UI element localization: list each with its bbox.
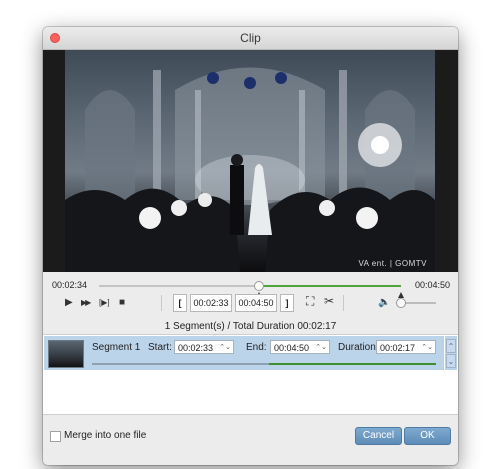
segment-start-field[interactable]: 00:02:33 ⌃⌄ — [174, 340, 234, 354]
divider — [161, 295, 162, 311]
end-time-field[interactable]: 00:04:50 — [235, 294, 277, 312]
cut-icon[interactable]: ✂ — [324, 294, 334, 308]
segment-end-label: End: — [246, 342, 267, 353]
segments-summary: 1 Segment(s) / Total Duration 00:02:17 — [164, 321, 337, 332]
fast-forward-icon[interactable]: ▶▶ — [81, 296, 91, 310]
dialog-footer: Merge into one file Cancel OK — [43, 414, 458, 465]
move-down-icon[interactable]: ⌄ — [446, 354, 456, 368]
segment-duration-label: Duration: — [338, 342, 379, 353]
frame-step-icon[interactable]: [▶] — [99, 296, 110, 310]
clip-dialog: Clip VA ent. | GOMTV 00:02:34 00:04:50 ▶… — [43, 27, 458, 465]
merge-label: Merge into one file — [64, 430, 147, 441]
video-watermark: VA ent. | GOMTV — [358, 259, 427, 268]
title-bar: Clip — [43, 27, 458, 50]
segment-side-buttons: ⌃ ⌄ — [445, 336, 457, 370]
segment-duration-value: 00:02:17 — [380, 343, 416, 353]
video-preview-area: VA ent. | GOMTV — [43, 50, 458, 272]
move-up-icon[interactable]: ⌃ — [446, 339, 456, 353]
crop-icon[interactable]: ⛶ — [306, 294, 314, 308]
segment-end-value: 00:04:50 — [274, 343, 310, 353]
segment-thumbnail — [48, 340, 84, 368]
merge-checkbox[interactable] — [50, 431, 61, 442]
total-time-label: 00:04:50 — [414, 280, 450, 290]
segment-start-label: Start: — [148, 342, 172, 353]
video-frame: VA ent. | GOMTV — [65, 50, 435, 272]
stepper-icon[interactable]: ⌃⌄ — [421, 341, 433, 355]
segment-list: Segment 1 Start: 00:02:33 ⌃⌄ End: 00:04:… — [43, 334, 458, 415]
volume-handle[interactable] — [396, 298, 406, 308]
volume-icon[interactable]: 🔈 — [378, 296, 390, 310]
divider — [343, 295, 344, 311]
cancel-button[interactable]: Cancel — [355, 427, 402, 445]
stepper-icon[interactable]: ⌃⌄ — [315, 341, 327, 355]
segment-row[interactable]: Segment 1 Start: 00:02:33 ⌃⌄ End: 00:04:… — [44, 336, 444, 370]
set-end-button[interactable]: ] — [280, 294, 294, 312]
stepper-icon[interactable]: ⌃⌄ — [219, 341, 231, 355]
ok-button[interactable]: OK — [404, 427, 451, 445]
current-time-label: 00:02:34 — [52, 280, 88, 290]
play-icon[interactable]: ▶ — [65, 296, 73, 310]
playback-controls: ▶ ▶▶ [▶] ■ [ 00:02:33 00:04:50 ] ⛶ ✂ 🔈 — [43, 290, 458, 318]
timeline-selection — [259, 285, 401, 287]
start-time-field[interactable]: 00:02:33 — [190, 294, 232, 312]
segment-end-field[interactable]: 00:04:50 ⌃⌄ — [270, 340, 330, 354]
set-start-button[interactable]: [ — [173, 294, 187, 312]
wedding-scene-image — [65, 67, 435, 272]
segment-range — [269, 363, 436, 365]
stop-icon[interactable]: ■ — [119, 296, 125, 310]
segment-duration-field[interactable]: 00:02:17 ⌃⌄ — [376, 340, 436, 354]
segment-name: Segment 1 — [92, 342, 141, 353]
segment-start-value: 00:02:33 — [178, 343, 214, 353]
window-title: Clip — [240, 31, 261, 45]
